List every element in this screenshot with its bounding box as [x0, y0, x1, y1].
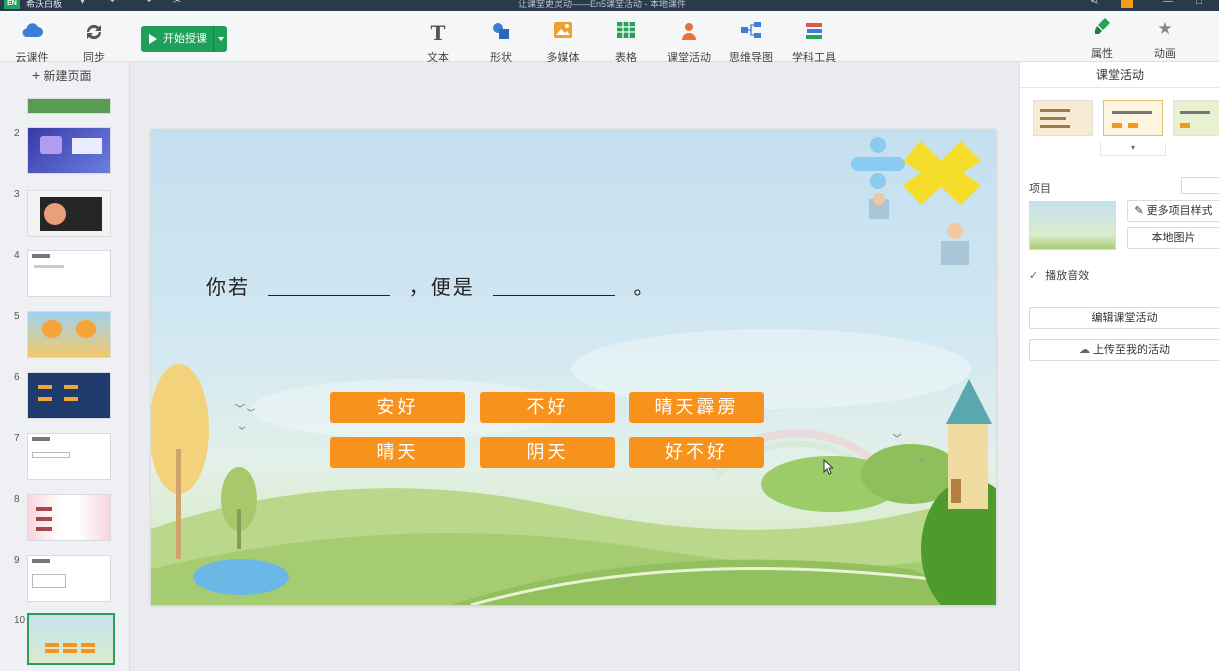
mindmap-icon: [723, 21, 779, 47]
plus-icon: +: [32, 67, 41, 83]
slide-thumbnail-panel: + 新建页面 2 3 4 5 6 7 8 9 10: [0, 62, 130, 671]
classroom-activity-button[interactable]: 课堂活动: [661, 11, 717, 64]
sentence-end: 。: [633, 275, 656, 299]
mail-icon[interactable]: [1121, 0, 1133, 8]
slide-number: 2: [14, 128, 20, 139]
slide-thumbnail-active[interactable]: [27, 613, 115, 665]
slide-thumbnail[interactable]: [27, 433, 111, 480]
subject-tools-button[interactable]: 学科工具: [786, 11, 842, 64]
option-button[interactable]: 阴天: [480, 437, 615, 468]
activity-style-card[interactable]: [1103, 100, 1163, 136]
books-icon: [786, 21, 842, 47]
tab-animation[interactable]: ★ 动画: [1138, 11, 1192, 61]
app-logo: EN: [4, 0, 20, 9]
mindmap-button[interactable]: 思维导图: [723, 11, 779, 64]
slide-thumbnail[interactable]: [27, 555, 111, 602]
edit-activity-button[interactable]: 编辑课堂活动: [1029, 307, 1219, 329]
slide-number: 5: [14, 311, 20, 322]
start-teaching-button[interactable]: 开始授课: [141, 26, 227, 52]
slide-thumbnail[interactable]: [27, 372, 111, 419]
play-sound-checkbox[interactable]: ✓ 播放音效: [1029, 267, 1089, 283]
scissors-icon[interactable]: ✂: [173, 0, 181, 7]
sync-button[interactable]: 同步: [66, 11, 122, 64]
title-bar: EN 希沃白板 ▾ ↶ ↷ ✂ 让课堂更灵动——En5课堂活动 - 本地课件 ⋖…: [0, 0, 1219, 11]
slide-number: 8: [14, 494, 20, 505]
redo-icon[interactable]: ↷: [143, 0, 151, 7]
brush-icon: [1075, 17, 1129, 43]
minimize-icon[interactable]: —: [1163, 0, 1173, 7]
expand-styles-button[interactable]: ▾: [1100, 142, 1166, 156]
tab-properties[interactable]: 属性: [1075, 11, 1129, 61]
new-page-button[interactable]: + 新建页面: [32, 67, 92, 84]
image-icon: [535, 21, 591, 47]
slide-canvas[interactable]: 你若 ，便是 。 安好 不好 晴天霹雳 晴天 阴天 好不好: [151, 129, 996, 605]
shape-tool-button[interactable]: 形状: [473, 11, 529, 64]
answer-blank-2[interactable]: [493, 278, 616, 296]
multimedia-tool-button[interactable]: 多媒体: [535, 11, 591, 64]
app-name[interactable]: 希沃白板: [26, 0, 62, 10]
slide-thumbnail[interactable]: [27, 311, 111, 358]
shape-icon: [473, 21, 529, 47]
slide-number: 10: [14, 615, 26, 626]
table-icon: [598, 21, 654, 47]
start-options-dropdown[interactable]: [213, 26, 227, 52]
fill-in-sentence: 你若 ，便是 。: [206, 271, 655, 300]
pencil-icon: ✎: [1134, 205, 1144, 217]
items-label: 项目: [1029, 183, 1051, 195]
slide-number: 4: [14, 250, 20, 261]
panel-title: 课堂活动: [1020, 62, 1219, 88]
mouse-cursor-icon: [823, 459, 833, 475]
option-button[interactable]: 好不好: [629, 437, 764, 468]
cloud-upload-icon: ☁: [1078, 344, 1090, 356]
main-toolbar: 云课件 同步 开始授课 T 文本 形状 多媒体 表格 课堂活动 思维导图 学科工…: [0, 11, 1219, 64]
slide-thumbnail[interactable]: [27, 98, 111, 114]
upload-activity-button[interactable]: ☁ 上传至我的活动: [1029, 339, 1219, 361]
slide-thumbnail[interactable]: [27, 127, 111, 174]
color-swatch[interactable]: [1181, 177, 1219, 194]
cloud-courseware-button[interactable]: 云课件: [4, 11, 60, 64]
slide-thumbnail[interactable]: [27, 190, 111, 237]
document-title: 让课堂更灵动——En5课堂活动 - 本地课件: [518, 0, 687, 9]
text-icon: T: [430, 21, 446, 45]
slide-thumbnail[interactable]: [27, 250, 111, 297]
sentence-part-1: 你若: [206, 275, 250, 299]
slide-number: 6: [14, 372, 20, 383]
slide-background-illustration: [151, 137, 996, 605]
share-icon[interactable]: ⋖: [1090, 0, 1098, 7]
slide-thumbnail[interactable]: [27, 494, 111, 541]
background-preview[interactable]: [1029, 201, 1116, 250]
properties-panel: 课堂活动 ▾ 项目 ✎ 更多项目样式 本地图片 ✓ 播放音效 编辑课堂活动 ☁ …: [1019, 62, 1219, 671]
activity-icon: [661, 21, 717, 47]
sync-icon: [66, 21, 122, 47]
table-tool-button[interactable]: 表格: [598, 11, 654, 64]
checkmark-icon: ✓: [1029, 270, 1039, 282]
answer-blank-1[interactable]: [268, 278, 391, 296]
maximize-icon[interactable]: □: [1196, 0, 1202, 7]
option-button[interactable]: 安好: [330, 392, 465, 423]
slide-number: 3: [14, 189, 20, 200]
option-button[interactable]: 不好: [480, 392, 615, 423]
option-button[interactable]: 晴天: [330, 437, 465, 468]
more-styles-button[interactable]: ✎ 更多项目样式: [1127, 200, 1219, 222]
slide-number: 9: [14, 555, 20, 566]
option-button[interactable]: 晴天霹雳: [629, 392, 764, 423]
activity-style-card[interactable]: [1033, 100, 1093, 136]
undo-icon[interactable]: ↶: [110, 0, 118, 7]
play-icon: [149, 34, 157, 44]
activity-style-card[interactable]: [1173, 100, 1219, 136]
cloud-icon: [4, 21, 60, 47]
local-image-button[interactable]: 本地图片: [1127, 227, 1219, 249]
chevron-down-icon: ▾: [1130, 143, 1135, 152]
slide-number: 7: [14, 433, 20, 444]
dropdown-icon[interactable]: ▾: [80, 0, 85, 7]
sentence-part-2: ，便是: [408, 275, 475, 299]
text-tool-button[interactable]: T 文本: [410, 11, 466, 64]
stars-icon: ★: [1157, 19, 1173, 38]
